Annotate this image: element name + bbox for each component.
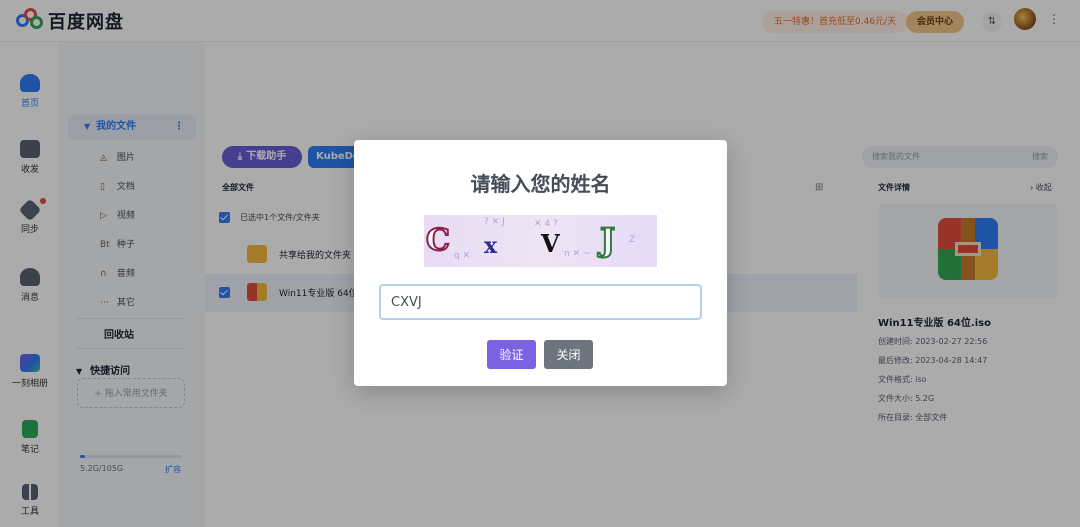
captcha-char: C [425, 222, 451, 259]
close-button[interactable]: 关闭 [544, 340, 593, 369]
captcha-image[interactable]: ? ✕ J ✕ 4 ? q ✕ n ✕ ~ Z C x V J [424, 215, 657, 267]
captcha-char: V [541, 229, 560, 258]
captcha-char: J [599, 220, 616, 260]
captcha-char: x [484, 233, 498, 259]
name-input[interactable] [379, 284, 702, 320]
verify-button[interactable]: 验证 [487, 340, 536, 369]
name-verification-dialog: 请输入您的姓名 ? ✕ J ✕ 4 ? q ✕ n ✕ ~ Z C x V J … [354, 140, 727, 386]
dialog-title: 请输入您的姓名 [470, 172, 611, 196]
